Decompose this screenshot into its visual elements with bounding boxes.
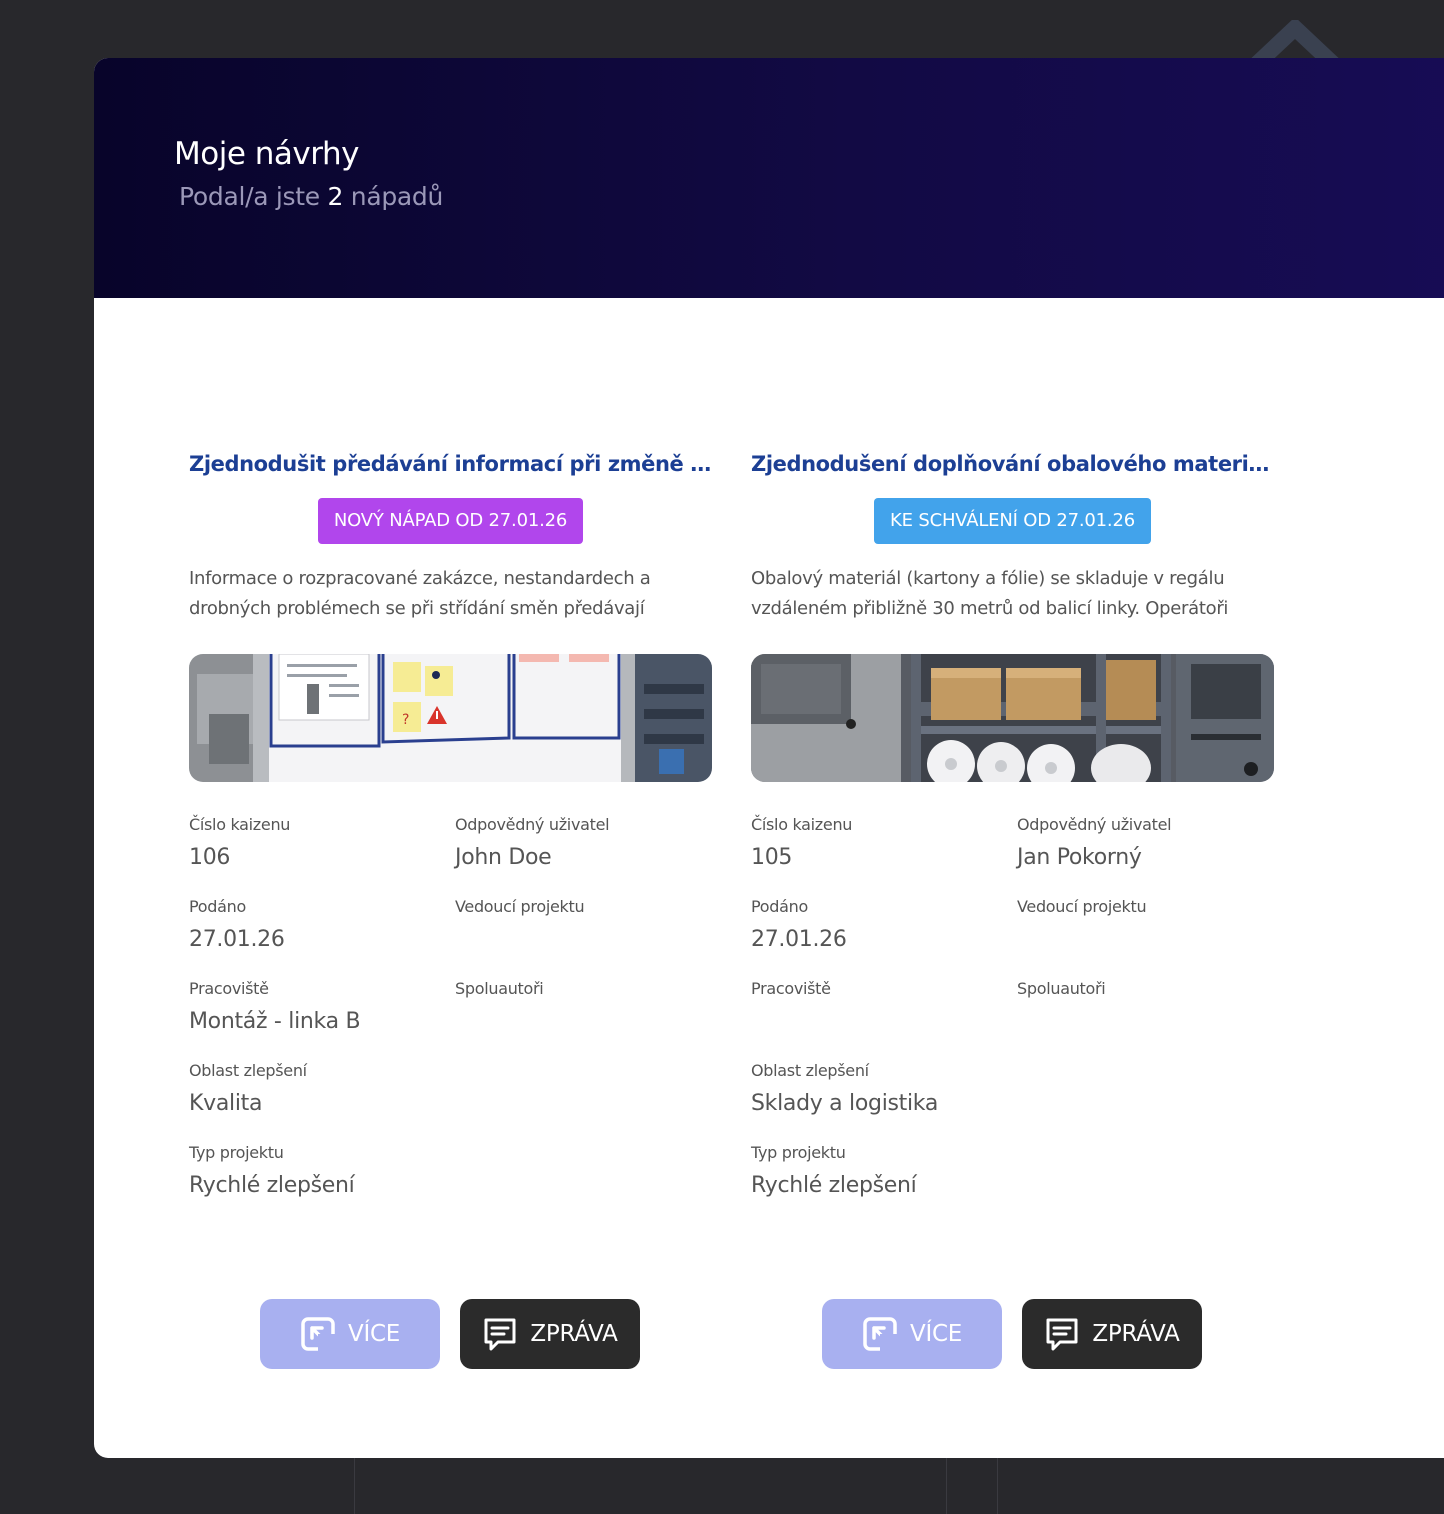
more-button[interactable]: VÍCE	[260, 1299, 440, 1369]
kaizen-number-value: 106	[189, 845, 231, 870]
submitted-label: Podáno	[189, 897, 246, 916]
more-button[interactable]: VÍCE	[822, 1299, 1002, 1369]
project-type-value: Rychlé zlepšení	[189, 1173, 355, 1198]
background-lines	[0, 1458, 1444, 1514]
coauthors-value	[455, 1006, 705, 1038]
idea-description: Obalový materiál (kartony a fólie) se sk…	[751, 568, 1229, 619]
ideas-count: 2	[327, 182, 344, 211]
ideas-summary: Podal/a jste 2 nápadů	[179, 182, 1444, 211]
more-button-label: VÍCE	[348, 1321, 400, 1347]
warehouse-shelf-image	[751, 654, 1274, 782]
message-icon	[482, 1316, 518, 1352]
message-icon	[1044, 1316, 1080, 1352]
responsible-user-value: John Doe	[455, 845, 552, 870]
submitted-label: Podáno	[751, 897, 808, 916]
idea-title[interactable]: Zjednodušit předávání informací při změn…	[189, 448, 712, 480]
kaizen-number-label: Číslo kaizenu	[751, 815, 853, 834]
improvement-area-label: Oblast zlepšení	[751, 1061, 869, 1080]
improvement-area-value: Kvalita	[189, 1091, 263, 1116]
workplace-label: Pracoviště	[189, 979, 269, 998]
improvement-area-label: Oblast zlepšení	[189, 1061, 307, 1080]
submitted-value: 27.01.26	[751, 927, 847, 952]
page-title: Moje návrhy	[174, 136, 359, 172]
project-lead-label: Vedoucí projektu	[455, 897, 585, 916]
workplace-value: Montáž - linka B	[189, 1009, 361, 1034]
message-button[interactable]: ZPRÁVA	[460, 1299, 640, 1369]
status-badge: KE SCHVÁLENÍ OD 27.01.26	[874, 498, 1151, 544]
kaizen-number-value: 105	[751, 845, 793, 870]
improvement-area-value: Sklady a logistika	[751, 1091, 939, 1116]
svg-text:?: ?	[402, 712, 409, 728]
responsible-user-label: Odpovědný uživatel	[1017, 815, 1172, 834]
project-lead-label: Vedoucí projektu	[1017, 897, 1147, 916]
status-badge: NOVÝ NÁPAD OD 27.01.26	[317, 498, 584, 544]
project-lead-value	[1017, 924, 1267, 956]
open-link-icon	[862, 1316, 898, 1352]
card-actions: VÍCE ZPRÁVA	[189, 1299, 712, 1369]
summary-suffix: nápadů	[350, 182, 444, 211]
idea-details: Číslo kaizenu 106 Odpovědný uživatel Joh…	[189, 814, 712, 1222]
kaizen-number-label: Číslo kaizenu	[189, 815, 291, 834]
summary-prefix: Podal/a jste	[179, 182, 320, 211]
project-type-value: Rychlé zlepšení	[751, 1173, 917, 1198]
idea-title[interactable]: Zjednodušení doplňování obalového materi…	[751, 448, 1274, 480]
coauthors-label: Spoluautoři	[455, 979, 544, 998]
idea-card: Zjednodušení doplňování obalového materi…	[751, 448, 1274, 1369]
submitted-value: 27.01.26	[189, 927, 285, 952]
message-button[interactable]: ZPRÁVA	[1022, 1299, 1202, 1369]
project-type-label: Typ projektu	[189, 1143, 284, 1162]
open-link-icon	[300, 1316, 336, 1352]
workplace-value	[751, 1006, 1001, 1038]
idea-details: Číslo kaizenu 105 Odpovědný uživatel Jan…	[751, 814, 1274, 1222]
my-ideas-modal: Moje návrhy Podal/a jste 2 nápadů Zjedno…	[94, 58, 1444, 1458]
more-button-label: VÍCE	[910, 1321, 962, 1347]
card-actions: VÍCE ZPRÁVA	[751, 1299, 1274, 1369]
message-button-label: ZPRÁVA	[530, 1321, 618, 1347]
modal-header: Moje návrhy Podal/a jste 2 nápadů	[94, 58, 1444, 298]
coauthors-value	[1017, 1006, 1267, 1038]
idea-description: Informace o rozpracované zakázce, nestan…	[189, 568, 651, 619]
project-type-label: Typ projektu	[751, 1143, 846, 1162]
coauthors-label: Spoluautoři	[1017, 979, 1106, 998]
whiteboard-image: ?	[189, 654, 712, 782]
responsible-user-value: Jan Pokorný	[1017, 845, 1142, 870]
message-button-label: ZPRÁVA	[1092, 1321, 1180, 1347]
responsible-user-label: Odpovědný uživatel	[455, 815, 610, 834]
workplace-label: Pracoviště	[751, 979, 831, 998]
idea-card: Zjednodušit předávání informací při změn…	[189, 448, 712, 1369]
project-lead-value	[455, 924, 705, 956]
